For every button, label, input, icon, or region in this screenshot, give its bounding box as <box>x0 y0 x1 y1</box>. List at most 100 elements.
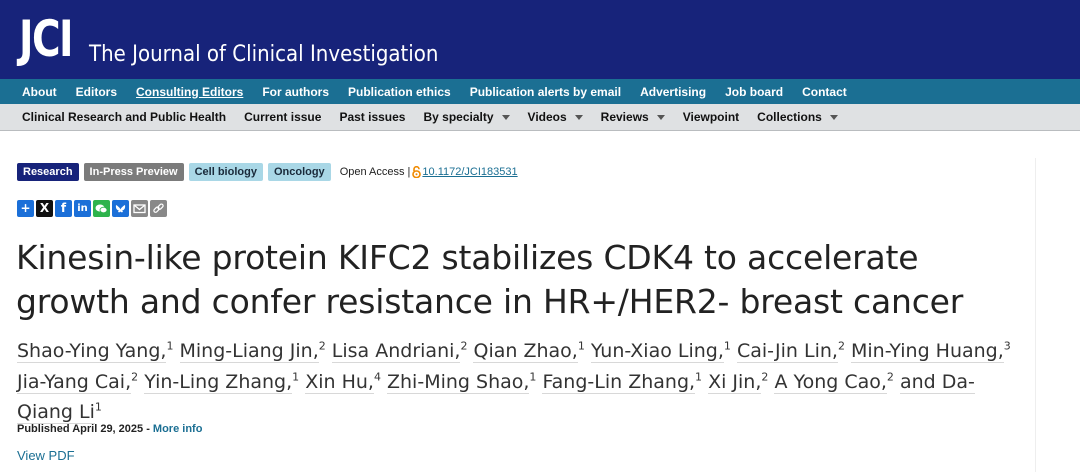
badge-cell-biology[interactable]: Cell biology <box>188 163 263 181</box>
nav-reviews-dropdown[interactable]: Reviews <box>601 110 665 124</box>
author-entry: Min-Ying Huang,3 <box>851 340 1011 364</box>
author-name[interactable]: Qian Zhao, <box>473 340 578 364</box>
article-badges: Research In-Press Preview Cell biology O… <box>17 163 518 181</box>
open-access-info: Open Access | 10.1172/JCI183531 <box>339 165 518 179</box>
nav-publication-alerts[interactable]: Publication alerts by email <box>470 85 621 99</box>
nav-advertising[interactable]: Advertising <box>640 85 706 99</box>
author-entry: Jia-Yang Cai,2 <box>17 370 139 394</box>
author-affiliation: 2 <box>318 340 326 353</box>
wechat-icon[interactable] <box>93 200 110 217</box>
badge-in-press-preview[interactable]: In-Press Preview <box>83 163 184 181</box>
author-affiliation: 1 <box>94 400 102 414</box>
nav-past-issues[interactable]: Past issues <box>339 110 405 124</box>
author-affiliation: 4 <box>373 370 381 384</box>
nav-clinical-research[interactable]: Clinical Research and Public Health <box>22 110 226 124</box>
nav-collections-dropdown[interactable]: Collections <box>757 110 838 124</box>
author-name[interactable]: A Yong Cao, <box>774 370 887 394</box>
author-entry: Fang-Lin Zhang,1 <box>542 370 703 394</box>
author-entry: Qian Zhao,1 <box>473 340 585 364</box>
x-icon[interactable]: X <box>36 200 53 217</box>
doi-link[interactable]: 10.1172/JCI183531 <box>422 166 517 178</box>
plus-icon[interactable]: + <box>17 200 34 217</box>
nav-editors[interactable]: Editors <box>76 85 117 99</box>
nav-videos-label: Videos <box>527 110 567 124</box>
author-affiliation: 2 <box>886 370 894 384</box>
chevron-down-icon <box>829 114 838 120</box>
author-name[interactable]: Cai-Jin Lin, <box>736 340 838 364</box>
author-list: Shao-Ying Yang,1 Ming-Liang Jin,2 Lisa A… <box>17 334 1027 425</box>
author-entry: Ming-Liang Jin,2 <box>179 340 326 364</box>
sidebar-divider <box>1035 158 1036 472</box>
nav-reviews-label: Reviews <box>600 110 649 124</box>
author-affiliation: 1 <box>723 340 731 353</box>
nav-viewpoint[interactable]: Viewpoint <box>683 110 739 124</box>
author-name[interactable]: Yun-Xiao Ling, <box>590 340 724 364</box>
more-info-link[interactable]: More info <box>153 423 203 435</box>
nav-publication-ethics[interactable]: Publication ethics <box>348 85 451 99</box>
share-toolbar: + X f in <box>17 200 169 217</box>
author-name[interactable]: Xin Hu, <box>305 370 374 394</box>
author-affiliation: 2 <box>460 340 468 353</box>
author-entry: Xin Hu,4 <box>305 370 381 394</box>
author-affiliation: 1 <box>695 370 703 384</box>
nav-current-issue-label: Current issue <box>244 110 322 124</box>
author-affiliation: 1 <box>577 340 585 353</box>
open-access-label: Open Access | <box>339 166 411 178</box>
badge-oncology[interactable]: Oncology <box>267 163 331 181</box>
chevron-down-icon <box>501 114 510 120</box>
author-affiliation: 3 <box>1003 340 1011 353</box>
author-name[interactable]: Ming-Liang Jin, <box>179 340 319 364</box>
view-pdf-link[interactable]: View PDF <box>17 448 75 463</box>
nav-clinical-research-label: Clinical Research and Public Health <box>22 110 227 124</box>
nav-by-specialty-dropdown[interactable]: By specialty <box>423 110 510 124</box>
bluesky-icon[interactable] <box>112 200 129 217</box>
author-affiliation: 1 <box>292 370 300 384</box>
author-affiliation: 1 <box>529 370 537 384</box>
author-affiliation: 2 <box>761 370 769 384</box>
author-name[interactable]: Lisa Andriani, <box>331 340 461 364</box>
author-entry: Shao-Ying Yang,1 <box>17 340 174 364</box>
nav-contact[interactable]: Contact <box>802 85 847 99</box>
author-entry: Zhi-Ming Shao,1 <box>387 370 537 394</box>
nav-current-issue[interactable]: Current issue <box>244 110 321 124</box>
facebook-icon[interactable]: f <box>55 200 72 217</box>
author-name[interactable]: Min-Ying Huang, <box>851 340 1004 364</box>
nav-videos-dropdown[interactable]: Videos <box>528 110 583 124</box>
nav-for-authors[interactable]: For authors <box>262 85 329 99</box>
masthead: JCI The Journal of Clinical Investigatio… <box>0 0 1080 79</box>
nav-consulting-editors[interactable]: Consulting Editors <box>136 85 243 99</box>
journal-logo[interactable]: JCI <box>19 9 74 69</box>
email-icon[interactable] <box>131 200 148 217</box>
author-name[interactable]: Xi Jin, <box>708 370 762 394</box>
author-name[interactable]: Yin-Ling Zhang, <box>144 370 293 394</box>
nav-by-specialty-label: By specialty <box>423 110 494 124</box>
open-access-lock-icon <box>412 165 422 179</box>
badge-research[interactable]: Research <box>17 163 79 181</box>
author-entry: Lisa Andriani,2 <box>331 340 468 364</box>
nav-job-board[interactable]: Job board <box>725 85 783 99</box>
chevron-down-icon <box>574 114 583 120</box>
author-entry: A Yong Cao,2 <box>774 370 894 394</box>
nav-about[interactable]: About <box>22 85 57 99</box>
article-title: Kinesin-like protein KIFC2 stabilizes CD… <box>16 238 964 321</box>
author-name[interactable]: Zhi-Ming Shao, <box>387 370 530 394</box>
author-entry: Cai-Jin Lin,2 <box>736 340 845 364</box>
author-affiliation: 1 <box>166 340 174 353</box>
nav-past-issues-label: Past issues <box>339 110 406 124</box>
secondary-nav: Clinical Research and Public Health Curr… <box>0 104 1080 131</box>
author-entry: Yun-Xiao Ling,1 <box>590 340 731 364</box>
published-date: Published April 29, 2025 - <box>17 423 150 435</box>
author-name[interactable]: Fang-Lin Zhang, <box>542 370 696 394</box>
author-entry: Yin-Ling Zhang,1 <box>144 370 300 394</box>
author-name[interactable]: Shao-Ying Yang, <box>17 340 167 364</box>
link-icon[interactable] <box>150 200 167 217</box>
journal-name[interactable]: The Journal of Clinical Investigation <box>89 40 438 70</box>
author-name[interactable]: Jia-Yang Cai, <box>17 370 132 394</box>
published-line: Published April 29, 2025 - More info <box>17 423 202 435</box>
author-affiliation: 2 <box>131 370 139 384</box>
primary-nav: About Editors Consulting Editors For aut… <box>0 79 1080 104</box>
chevron-down-icon <box>656 114 665 120</box>
author-affiliation: 2 <box>837 340 845 353</box>
nav-collections-label: Collections <box>757 110 822 124</box>
linkedin-icon[interactable]: in <box>74 200 91 217</box>
